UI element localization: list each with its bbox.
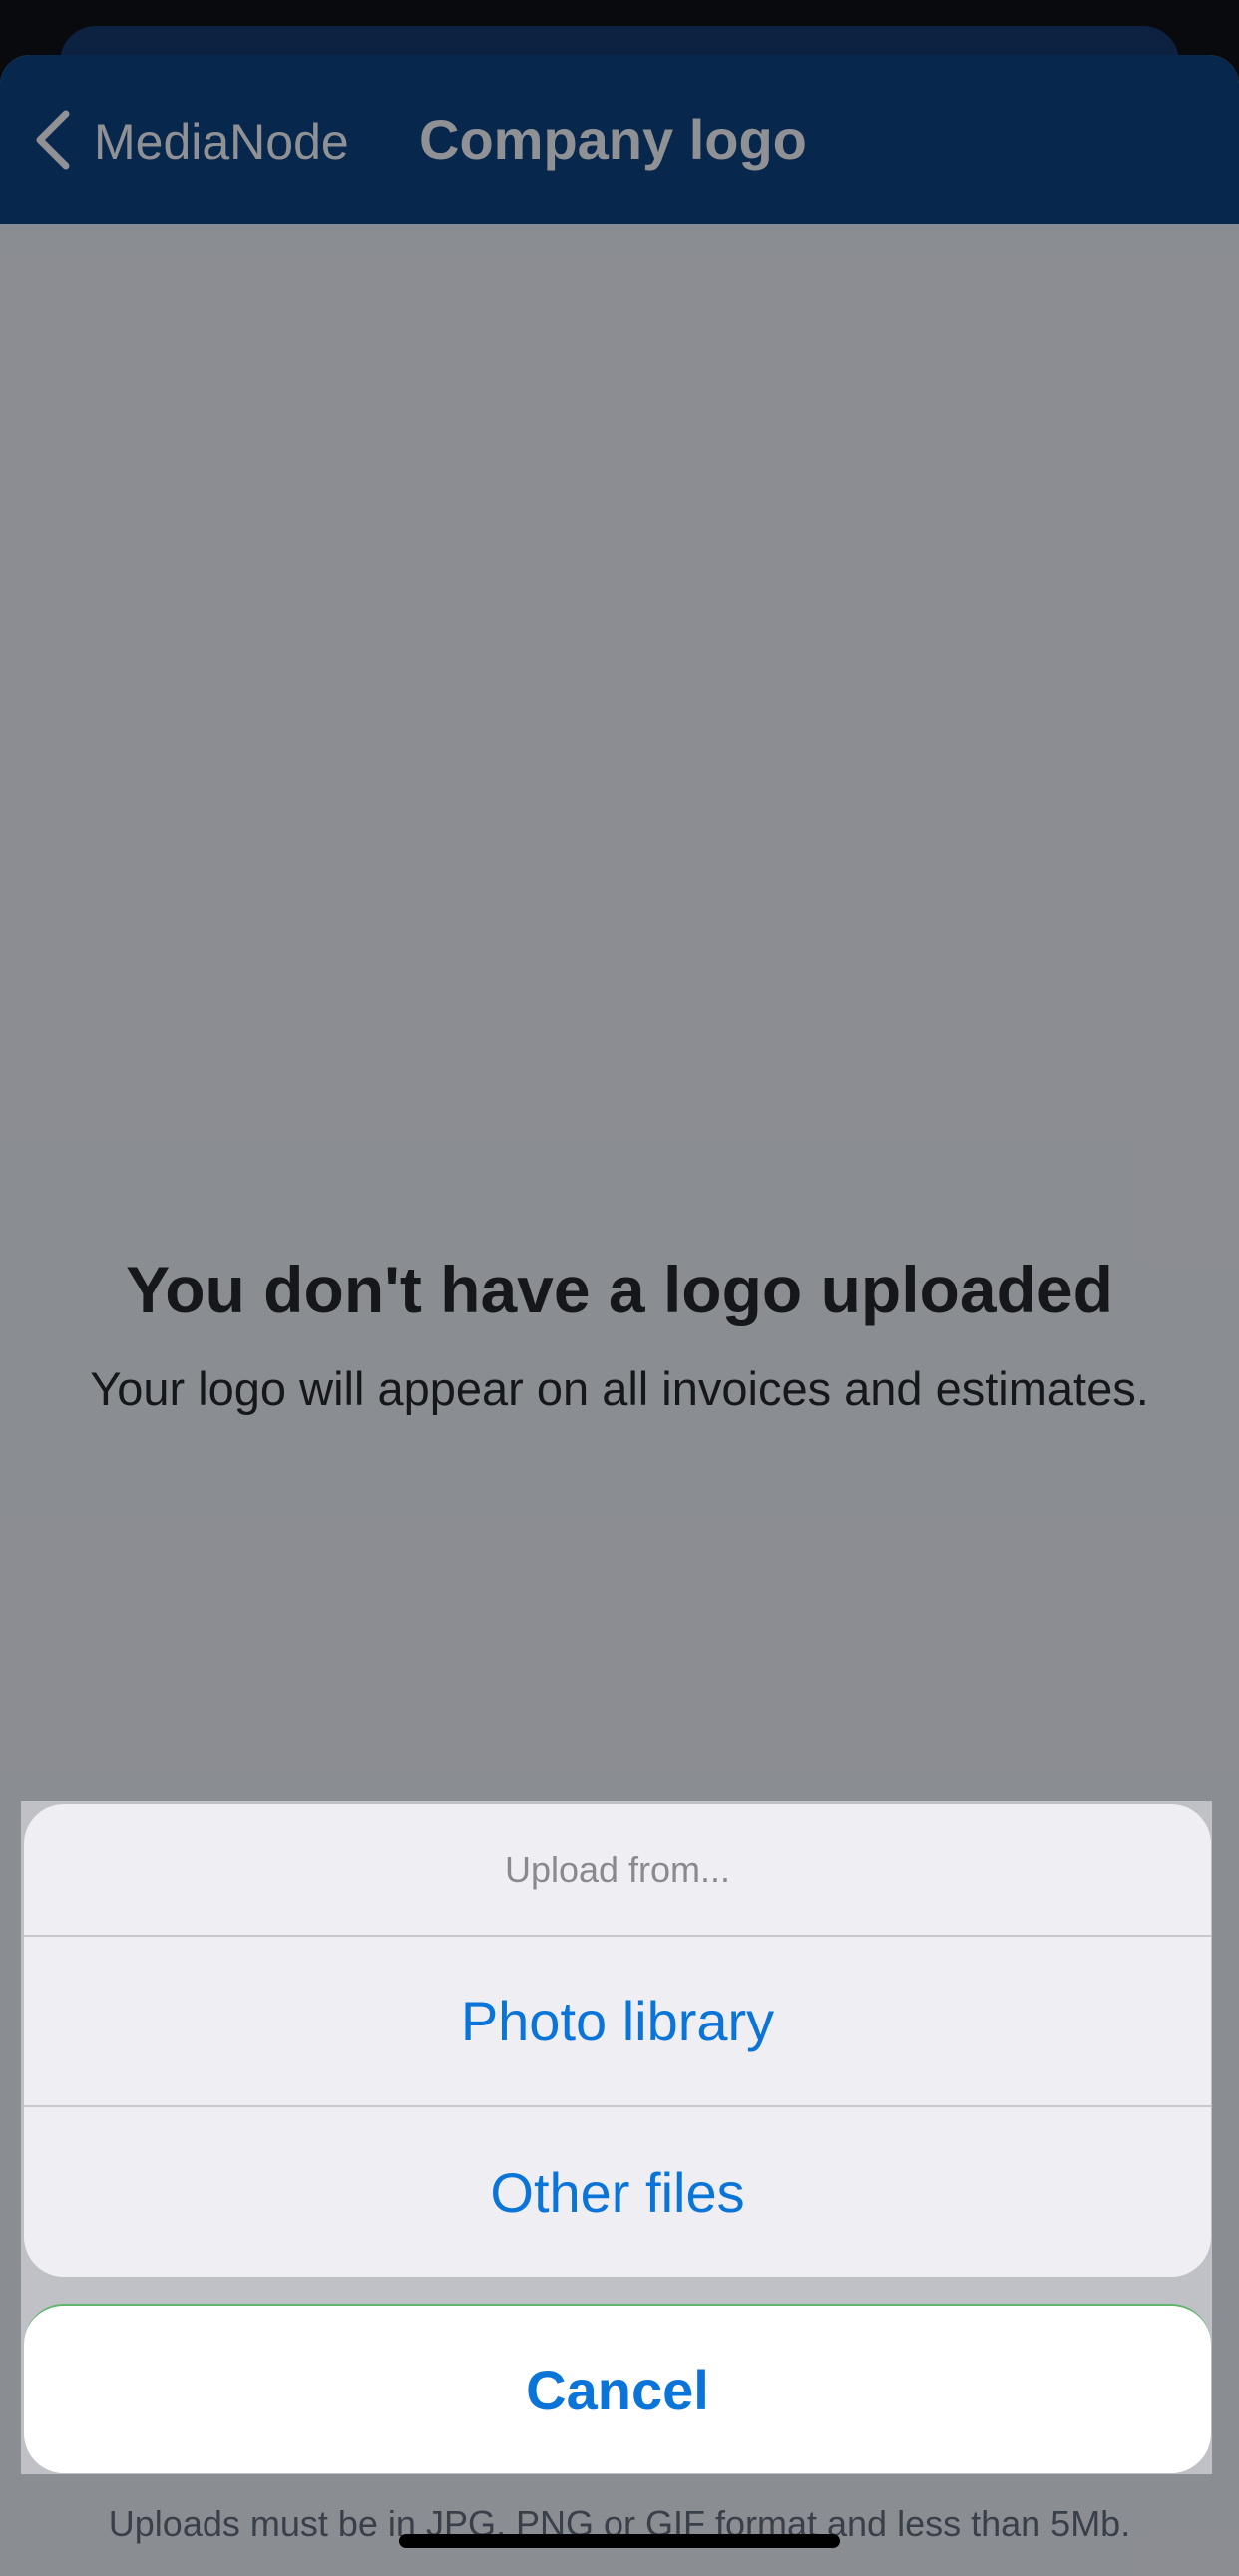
other-files-option[interactable]: Other files [24,2107,1211,2277]
action-sheet-title: Upload from... [24,1804,1211,1937]
cancel-button[interactable]: Cancel [24,2304,1211,2473]
photo-library-option[interactable]: Photo library [24,1937,1211,2107]
action-sheet: Upload from... Photo library Other files [24,1804,1211,2277]
home-indicator [399,2534,840,2548]
